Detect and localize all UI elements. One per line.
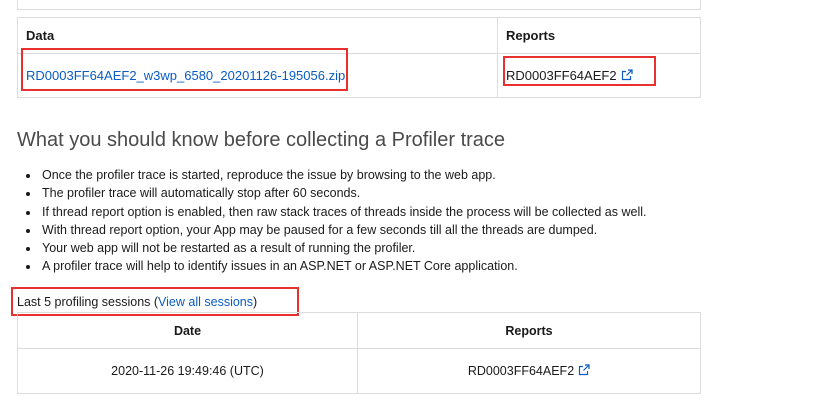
external-link-icon	[621, 69, 633, 81]
report-cell: RD0003FF64AEF2	[497, 53, 701, 98]
list-item: A profiler trace will help to identify i…	[40, 257, 647, 275]
list-item: Your web app will not be restarted as a …	[40, 239, 647, 257]
sessions-label-prefix: Last 5 profiling sessions (	[17, 295, 159, 309]
table-row: 2020-11-26 19:49:46 (UTC) RD0003FF64AEF2	[17, 348, 701, 394]
session-date-cell: 2020-11-26 19:49:46 (UTC)	[17, 348, 358, 394]
download-table-header-row: Data Reports	[17, 17, 701, 54]
sessions-reports-column-header: Reports	[357, 312, 701, 349]
list-item: Once the profiler trace is started, repr…	[40, 166, 647, 184]
report-link[interactable]: RD0003FF64AEF2	[506, 68, 633, 83]
trace-zip-download-link[interactable]: RD0003FF64AEF2_w3wp_6580_20201126-195056…	[26, 68, 345, 83]
data-column-header: Data	[17, 17, 498, 54]
sessions-table: Date Reports 2020-11-26 19:49:46 (UTC) R…	[17, 312, 701, 394]
profiler-page: Data Reports RD0003FF64AEF2_w3wp_6580_20…	[0, 0, 824, 418]
view-all-sessions-link[interactable]: View all sessions	[158, 295, 253, 309]
previous-panel-edge	[17, 0, 701, 10]
data-cell: RD0003FF64AEF2_w3wp_6580_20201126-195056…	[17, 53, 498, 98]
table-row: RD0003FF64AEF2_w3wp_6580_20201126-195056…	[17, 53, 701, 98]
session-report-link[interactable]: RD0003FF64AEF2	[468, 364, 590, 378]
list-item: The profiler trace will automatically st…	[40, 184, 647, 202]
list-item: With thread report option, your App may …	[40, 221, 647, 239]
info-bullet-list: Once the profiler trace is started, repr…	[40, 166, 647, 276]
section-heading: What you should know before collecting a…	[17, 129, 506, 151]
external-link-icon	[579, 364, 590, 376]
list-item: If thread report option is enabled, then…	[40, 203, 647, 221]
session-report-cell: RD0003FF64AEF2	[357, 348, 701, 394]
session-report-label: RD0003FF64AEF2	[467, 364, 575, 378]
download-table: Data Reports RD0003FF64AEF2_w3wp_6580_20…	[17, 17, 701, 98]
reports-column-header: Reports	[497, 17, 701, 54]
date-column-header: Date	[17, 312, 358, 349]
sessions-table-header-row: Date Reports	[17, 312, 701, 349]
sessions-label-suffix: )	[253, 295, 258, 309]
report-link-label: RD0003FF64AEF2	[506, 68, 617, 83]
sessions-label: Last 5 profiling sessions (View all sess…	[17, 295, 257, 309]
